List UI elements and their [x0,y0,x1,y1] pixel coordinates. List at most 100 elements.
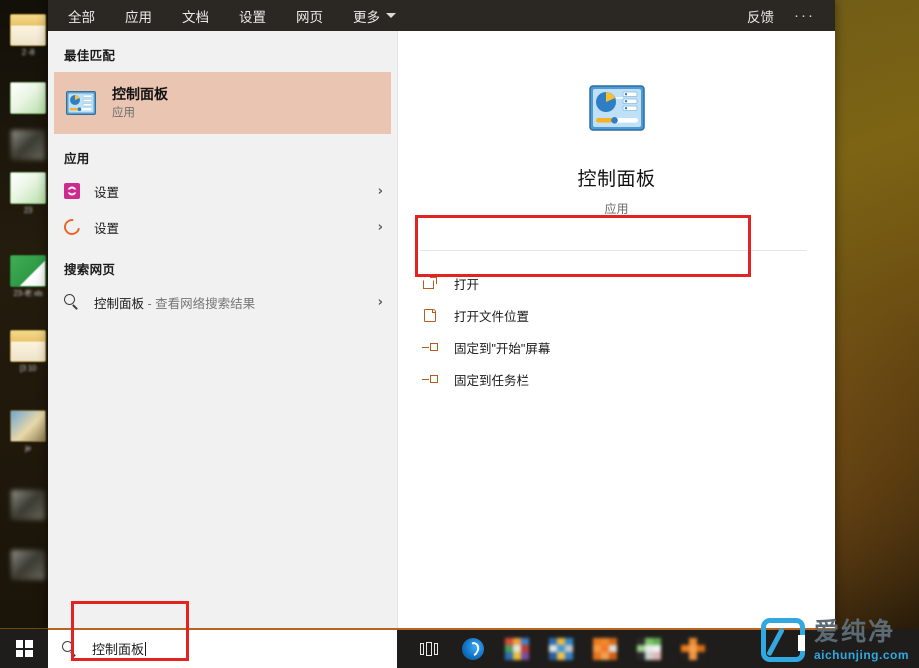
task-view-icon [420,642,438,656]
action-pin-to-start[interactable]: 固定到"开始"屏幕 [398,331,835,363]
edge-icon [462,638,484,660]
watermark-cn: 爱纯净 [814,620,909,645]
action-list: 打开 打开文件位置 固定到"开始"屏幕 固定到任务栏 [398,250,835,395]
image-icon [10,410,46,442]
watermark-en: aichunjing.com [814,649,909,661]
feedback-button[interactable]: 反馈 [747,6,774,26]
section-apps: 应用 [48,134,397,173]
result-label: 控制面板 - 查看网络搜索结果 [94,293,255,312]
tab-more-label: 更多 [353,6,380,26]
desktop-icon-label: [3 10 [8,364,48,373]
best-match-subtitle: 应用 [112,105,168,121]
app-icon-4 [637,638,661,660]
unknown-icon [11,130,45,160]
action-pin-to-taskbar[interactable]: 固定到任务栏 [398,363,835,395]
desktop-icon[interactable]: je [8,410,48,453]
preview-pane: 控制面板 应用 打开 打开文件位置 [398,31,835,628]
result-row-web-search[interactable]: 控制面板 - 查看网络搜索结果 › [48,284,397,320]
web-suffix: - 查看网络搜索结果 [144,297,255,311]
action-label: 固定到任务栏 [454,370,529,389]
best-match-title: 控制面板 [112,85,168,103]
best-match-result[interactable]: 控制面板 应用 [54,72,391,134]
chevron-down-icon [386,13,396,18]
search-results-body: 最佳匹配 控制面板 应用 [48,31,835,628]
desktop-icon[interactable]: 23-老 xls [8,255,48,298]
control-panel-icon [589,85,645,131]
taskbar-app-5[interactable] [673,629,713,668]
preview-header: 控制面板 应用 [398,31,835,217]
section-web-search: 搜索网页 [48,245,397,284]
tab-all[interactable]: 全部 [66,2,97,30]
tab-documents[interactable]: 文档 [180,2,211,30]
divider [420,250,807,251]
preview-title: 控制面板 [398,164,835,191]
action-label: 打开文件位置 [454,306,529,325]
action-open-file-location[interactable]: 打开文件位置 [398,299,835,331]
taskbar-icons [397,629,713,668]
desktop-icon[interactable] [8,550,48,580]
spreadsheet-icon [10,82,46,114]
unknown-icon [11,550,45,580]
search-input-value: 控制面板 [92,639,146,658]
desktop-icon[interactable] [8,130,48,162]
app-icon-3 [593,638,617,660]
pin-icon [420,374,440,385]
action-label: 打开 [454,274,479,293]
chevron-right-icon[interactable]: › [378,185,383,198]
tab-apps[interactable]: 应用 [123,2,154,30]
action-label: 固定到"开始"屏幕 [454,338,550,357]
taskbar-app-edge[interactable] [453,629,493,668]
search-input[interactable]: 控制面板 [48,629,397,668]
unknown-icon [11,490,45,520]
result-label: 设置 [94,218,119,237]
task-view-button[interactable] [409,629,449,668]
best-match-text: 控制面板 应用 [112,85,168,121]
tab-web[interactable]: 网页 [294,2,325,30]
desktop-icon-label: 23-老 xls [8,289,48,298]
overflow-menu-button[interactable]: ··· [794,12,815,20]
app-icon-5 [681,638,705,660]
tab-settings[interactable]: 设置 [237,2,268,30]
desktop-icon[interactable] [8,490,48,520]
taskbar-app-1[interactable] [497,629,537,668]
app-icon-1 [505,638,529,660]
results-list: 最佳匹配 控制面板 应用 [48,31,398,628]
result-row-settings-other[interactable]: 设置 › [48,209,397,245]
watermark-text: 爱纯净 aichunjing.com [814,620,909,661]
search-flyout: 全部 应用 文档 设置 网页 更多 反馈 ··· 最佳匹配 [48,0,835,628]
action-open[interactable]: 打开 [398,267,835,299]
desktop-icon[interactable]: 2 -8 [8,14,48,57]
start-button[interactable] [0,629,48,668]
desktop-icon-strip: 2 -8 23 23-老 xls [3 10 je [0,0,50,628]
control-panel-icon [66,91,96,115]
desktop-icon[interactable]: 23 [8,172,48,215]
section-best-match: 最佳匹配 [48,31,397,70]
result-row-settings-windows[interactable]: 设置 › [48,173,397,209]
wps-spreadsheet-icon [10,255,46,287]
taskbar-app-2[interactable] [541,629,581,668]
app-icon-2 [549,638,573,660]
desktop-icon-label: je [8,444,48,453]
chevron-right-icon[interactable]: › [378,221,383,234]
search-tab-bar: 全部 应用 文档 设置 网页 更多 反馈 ··· [48,0,835,31]
watermark-logo-icon [761,618,805,662]
preview-subtitle: 应用 [398,200,835,217]
gear-icon [64,183,86,199]
folder-icon [10,330,46,362]
desktop-icon[interactable] [8,82,48,116]
windows-logo-icon [16,640,33,657]
folder-icon [10,14,46,46]
swirl-icon [64,219,86,235]
taskbar-app-3[interactable] [585,629,625,668]
text-cursor [145,642,146,656]
header-actions: 反馈 ··· [747,6,821,26]
folder-icon [420,309,440,322]
desktop-icon[interactable]: [3 10 [8,330,48,373]
desktop-icon-label: 23 [8,206,48,215]
chevron-right-icon[interactable]: › [378,296,383,309]
watermark: 爱纯净 aichunjing.com [761,618,909,662]
search-icon [64,294,86,310]
tab-more[interactable]: 更多 [351,2,398,30]
web-query: 控制面板 [94,297,144,311]
taskbar-app-4[interactable] [629,629,669,668]
